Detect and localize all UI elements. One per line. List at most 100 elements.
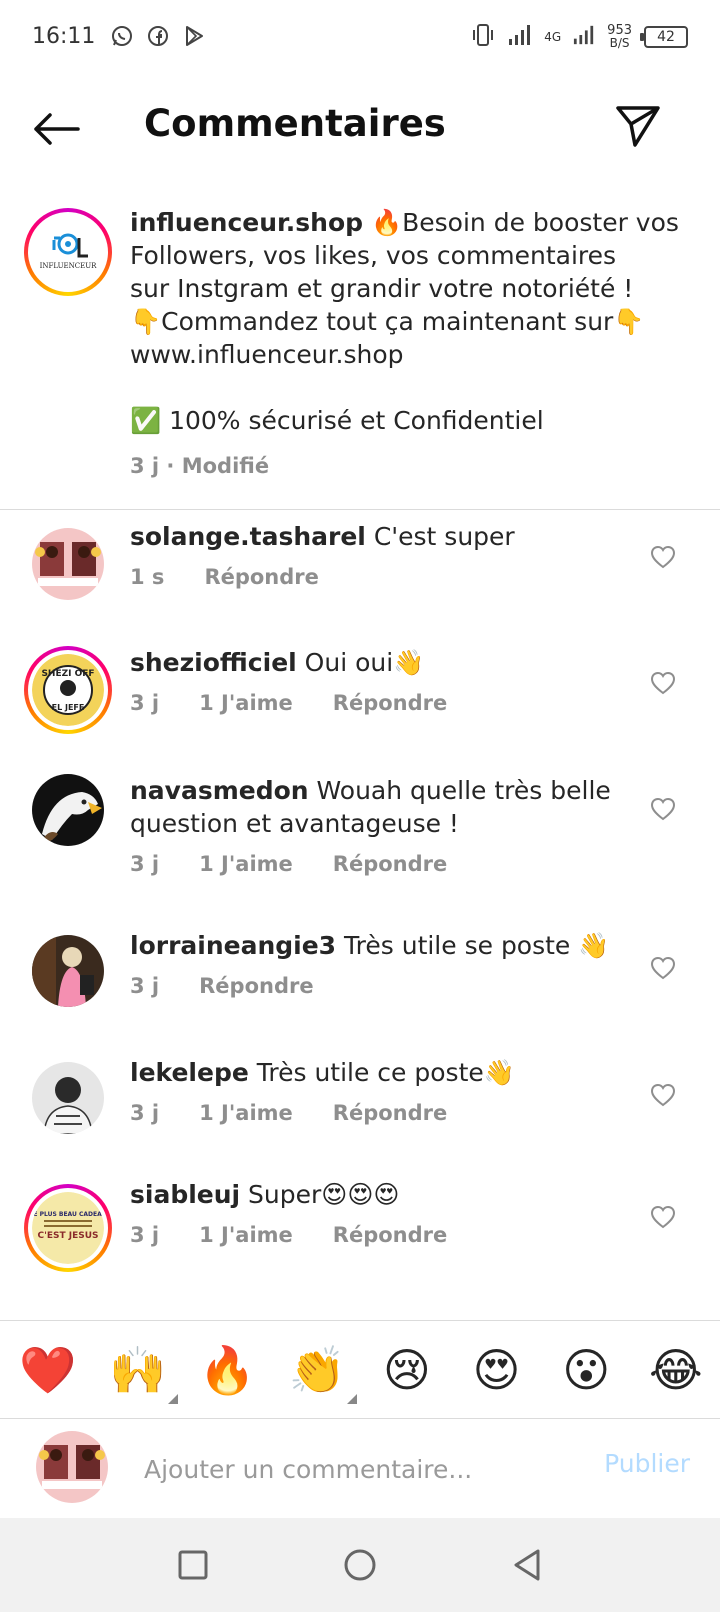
comment: LE PLUS BEAU CADEAU C'EST JESUS siableuj … <box>0 1180 720 1292</box>
back-button[interactable] <box>30 106 82 152</box>
commenter-avatar[interactable] <box>32 774 104 846</box>
reply-button[interactable]: Répondre <box>333 850 447 878</box>
page-title: Commentaires <box>144 102 446 145</box>
system-back-button[interactable] <box>497 1535 557 1595</box>
heart-icon <box>650 956 676 980</box>
commenter-avatar[interactable] <box>32 528 104 600</box>
emoji-raised-hands-glyph: 🙌 <box>109 1342 167 1397</box>
svg-text:SHEZI OFF: SHEZI OFF <box>41 669 94 679</box>
comment-username[interactable]: sheziofficiel <box>130 648 297 677</box>
likes-count[interactable]: 1 J'aime <box>199 689 293 717</box>
like-button[interactable] <box>648 668 678 698</box>
like-button[interactable] <box>648 1202 678 1232</box>
like-button[interactable] <box>648 794 678 824</box>
comment: solange.tasharel C'est super 1 s Répondr… <box>0 520 720 630</box>
publish-button[interactable]: Publier <box>604 1449 690 1478</box>
likes-count[interactable]: 1 J'aime <box>199 850 293 878</box>
svg-text:C'EST JESUS: C'EST JESUS <box>37 1231 98 1241</box>
comment-input[interactable] <box>144 1447 564 1491</box>
comment-body: sheziofficiel Oui oui👋 3 j 1 J'aime Répo… <box>130 646 630 717</box>
send-icon <box>616 106 660 147</box>
heart-icon <box>650 1083 676 1107</box>
net-speed: 953 B/S <box>607 22 632 50</box>
comment: lekelepe Très utile ce poste👋 3 j 1 J'ai… <box>0 1058 720 1172</box>
net-speed-value: 953 <box>607 22 632 38</box>
comment-text: Super😍😍😍 <box>240 1180 400 1209</box>
caption-line-2: Followers, vos likes, vos commentaires <box>130 241 617 270</box>
emoji-laughing[interactable]: 😂 <box>646 1342 706 1398</box>
arrow-left-icon <box>34 113 80 145</box>
triangle-back-icon <box>514 1549 540 1581</box>
facebook-icon <box>145 23 171 49</box>
svg-text:INFLUENCEUR: INFLUENCEUR <box>40 262 98 270</box>
header: Commentaires <box>0 86 720 170</box>
heart-icon <box>650 545 676 569</box>
comment-username[interactable]: siableuj <box>130 1180 240 1209</box>
emoji-heart[interactable]: ❤️ <box>18 1342 78 1398</box>
emoji-surprised[interactable]: 😮 <box>556 1342 616 1398</box>
commenter-avatar[interactable] <box>32 935 104 1007</box>
like-button[interactable] <box>648 542 678 572</box>
status-notification-icons <box>109 23 207 49</box>
heart-icon <box>650 671 676 695</box>
svg-text:LE PLUS BEAU CADEAU: LE PLUS BEAU CADEAU <box>32 1211 104 1218</box>
caption-avatar[interactable]: INFLUENCEUR <box>24 208 112 296</box>
commenter-avatar[interactable]: SHEZI OFF EL JEFE <box>24 646 112 734</box>
share-button[interactable] <box>612 100 664 152</box>
comment-body: lorraineangie3 Très utile se poste 👋 3 j… <box>130 929 630 1000</box>
comment-username[interactable]: navasmedon <box>130 776 309 805</box>
caption-text: influenceur.shop 🔥Besoin de booster vos … <box>130 206 679 437</box>
emoji-reaction-bar: ❤️ 🙌 🔥 👏 😢 😍 😮 😂 <box>0 1320 720 1418</box>
like-button[interactable] <box>648 1080 678 1110</box>
reply-button[interactable]: Répondre <box>333 689 447 717</box>
square-icon <box>178 1550 208 1580</box>
comment-body: lekelepe Très utile ce poste👋 3 j 1 J'ai… <box>130 1056 630 1127</box>
emoji-clapping[interactable]: 👏 <box>287 1342 358 1404</box>
caption-line-4: 👇Commandez tout ça maintenant sur👇 <box>130 307 645 336</box>
emoji-crying[interactable]: 😢 <box>377 1342 437 1398</box>
comment-time: 3 j <box>130 691 160 715</box>
battery-icon: 42 <box>640 25 688 48</box>
recents-button[interactable] <box>163 1535 223 1595</box>
signal-icon-2 <box>573 24 595 49</box>
likes-count[interactable]: 1 J'aime <box>199 1221 293 1249</box>
comment-body: navasmedon Wouah quelle très belle quest… <box>130 774 630 878</box>
heart-icon <box>650 1205 676 1229</box>
influenceur-logo-icon: INFLUENCEUR <box>32 216 104 288</box>
emoji-fire[interactable]: 🔥 <box>197 1342 257 1398</box>
like-button[interactable] <box>648 953 678 983</box>
commenter-avatar[interactable]: LE PLUS BEAU CADEAU C'EST JESUS <box>24 1184 112 1272</box>
comment: navasmedon Wouah quelle très belle quest… <box>0 774 720 914</box>
likes-count[interactable]: 1 J'aime <box>199 1099 293 1127</box>
reply-button[interactable]: Répondre <box>199 972 313 1000</box>
vibrate-icon <box>470 22 496 51</box>
net-speed-unit: B/S <box>609 35 630 50</box>
emoji-raised-hands[interactable]: 🙌 <box>108 1342 178 1404</box>
comment-time: 3 j <box>130 1223 160 1247</box>
reply-button[interactable]: Répondre <box>333 1221 447 1249</box>
status-right: 4G 953 B/S 42 <box>470 22 688 51</box>
caption-line-1: 🔥Besoin de booster vos <box>363 208 679 237</box>
reply-button[interactable]: Répondre <box>204 563 318 591</box>
current-user-avatar <box>36 1431 108 1503</box>
comment-username[interactable]: solange.tasharel <box>130 522 366 551</box>
home-button[interactable] <box>330 1535 390 1595</box>
reply-button[interactable]: Répondre <box>333 1099 447 1127</box>
caption-meta: 3 j · Modifié <box>130 454 270 478</box>
comment-body: siableuj Super😍😍😍 3 j 1 J'aime Répondre <box>130 1178 630 1249</box>
caption-line-5[interactable]: www.influenceur.shop <box>130 338 670 371</box>
caption-username[interactable]: influenceur.shop <box>130 208 363 237</box>
emoji-heart-eyes[interactable]: 😍 <box>467 1342 527 1398</box>
play-store-icon <box>181 23 207 49</box>
comment-username[interactable]: lekelepe <box>130 1058 249 1087</box>
comment-text: Très utile se poste 👋 <box>336 931 610 960</box>
network-type: 4G <box>544 29 562 44</box>
heart-icon <box>650 797 676 821</box>
comment-text: C'est super <box>365 522 515 551</box>
comment-body: solange.tasharel C'est super 1 s Répondr… <box>130 520 630 591</box>
comment-time: 1 s <box>130 565 165 589</box>
commenter-avatar[interactable] <box>32 1062 104 1134</box>
comment-text: Oui oui👋 <box>296 648 425 677</box>
comment-username[interactable]: lorraineangie3 <box>130 931 336 960</box>
system-nav-bar <box>0 1518 720 1612</box>
